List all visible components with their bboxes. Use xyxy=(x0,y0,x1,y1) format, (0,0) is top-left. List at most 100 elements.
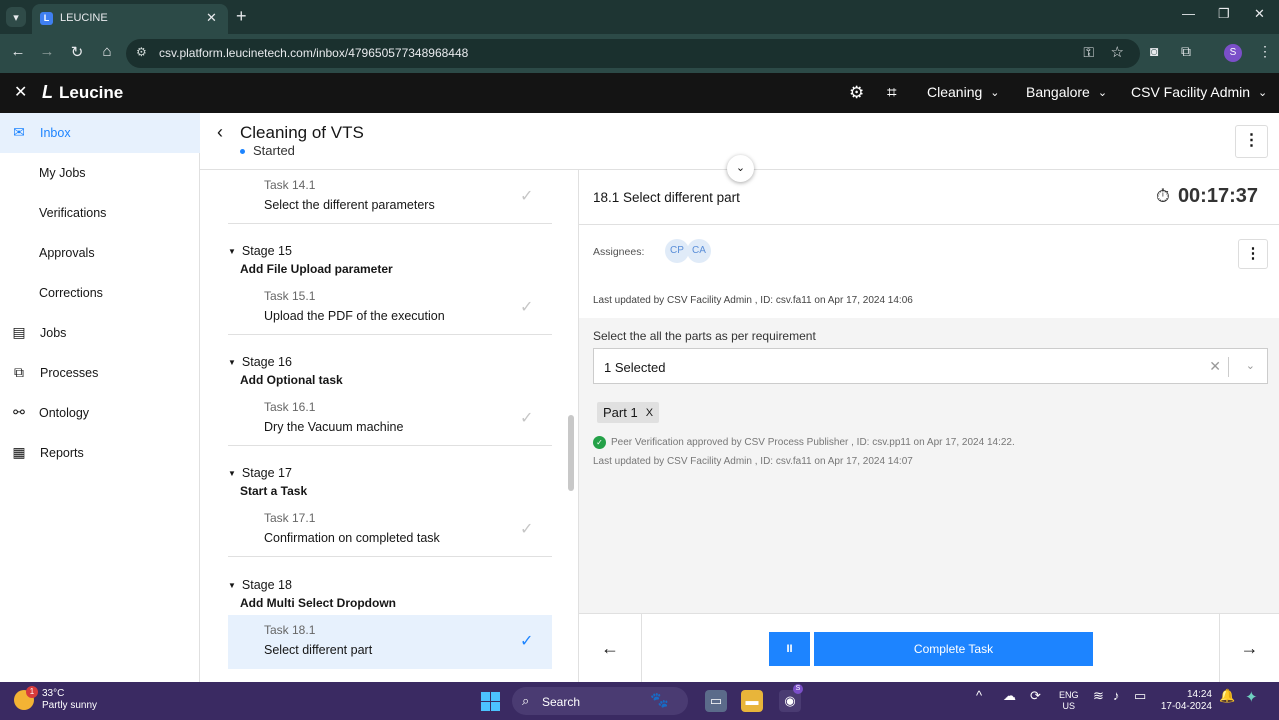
chrome-icon[interactable]: ◉ S xyxy=(779,684,803,712)
task-list-scrollbar[interactable] xyxy=(568,415,574,491)
sync-icon[interactable]: ⟳ xyxy=(1030,688,1041,704)
sidebar-item-label: Ontology xyxy=(39,406,90,420)
caret-down-icon: ▼ xyxy=(228,581,236,590)
job-more-menu-icon[interactable]: ⋮ xyxy=(1235,125,1268,158)
browser-menu-icon[interactable]: ⋮ xyxy=(1258,43,1272,60)
avatar[interactable]: CP xyxy=(665,239,689,263)
task-item-17-1[interactable]: Task 17.1 Confirmation on completed task… xyxy=(228,503,552,557)
app-header: ✕ L Leucine ⚙ ⌗ Cleaning ⌄ Bangalore ⌄ C… xyxy=(0,73,1279,113)
onedrive-cloud-icon[interactable]: ☁ xyxy=(1003,688,1016,704)
stage-name: Start a Task xyxy=(240,484,308,498)
task-item-18-1[interactable]: Task 18.1 Select different part ✓ xyxy=(228,615,552,669)
show-hidden-icons-icon[interactable]: ^ xyxy=(976,688,982,703)
wifi-icon[interactable]: ≋ xyxy=(1093,688,1104,704)
back-arrow-icon[interactable]: ← xyxy=(8,43,28,60)
use-case-dropdown[interactable]: Cleaning ⌄ xyxy=(927,84,999,100)
pause-button[interactable]: II xyxy=(769,632,810,666)
system-clock[interactable]: 14:24 17-04-2024 xyxy=(1160,689,1212,713)
new-tab-button[interactable]: + xyxy=(236,6,247,27)
task-view-icon[interactable]: ▭ xyxy=(705,690,727,712)
inbox-icon: ✉ xyxy=(13,124,25,140)
chevron-down-icon[interactable]: ⌄ xyxy=(1246,359,1255,372)
scan-icon[interactable]: ⌗ xyxy=(887,83,897,103)
check-circle-icon: ✓ xyxy=(593,436,606,449)
task-number: Task 14.1 xyxy=(264,178,316,192)
task-item-15-1[interactable]: Task 15.1 Upload the PDF of the executio… xyxy=(228,281,552,335)
tab-close-icon[interactable]: ✕ xyxy=(206,10,217,26)
complete-task-button[interactable]: Complete Task xyxy=(814,632,1093,666)
search-placeholder: Search xyxy=(542,695,581,709)
sidebar-item-reports[interactable]: ▦ Reports xyxy=(0,433,200,473)
task-title: 18.1 Select different part xyxy=(593,190,740,205)
maximize-button[interactable]: ❐ xyxy=(1218,6,1230,22)
sidebar-item-my-jobs[interactable]: My Jobs xyxy=(0,153,200,193)
address-bar[interactable]: ⚙ csv.platform.leucinetech.com/inbox/479… xyxy=(126,39,1140,68)
tab-favicon-icon: L xyxy=(40,12,53,25)
camera-extension-icon[interactable]: ◙ xyxy=(1150,43,1158,59)
stage-number: Stage 16 xyxy=(241,355,292,369)
task-more-menu-icon[interactable]: ⋮ xyxy=(1238,239,1268,269)
home-icon[interactable]: ⌂ xyxy=(97,43,117,60)
task-last-updated: Last updated by CSV Facility Admin , ID:… xyxy=(593,295,913,306)
sidebar-item-verifications[interactable]: Verifications xyxy=(0,193,200,233)
sidebar-item-label: Corrections xyxy=(39,286,103,300)
caret-down-icon: ▼ xyxy=(228,358,236,367)
sidebar-item-jobs[interactable]: ▤ Jobs xyxy=(0,313,200,353)
taskbar-search[interactable]: ⌕ Search 🐾 xyxy=(512,687,688,715)
stage-label: ▼ Stage 15 xyxy=(228,244,292,258)
sidebar-item-processes[interactable]: ⧉ Processes xyxy=(0,353,200,393)
tab-list-button[interactable]: ▾ xyxy=(6,7,26,27)
reload-icon[interactable]: ↻ xyxy=(67,43,87,61)
task-item-14-1[interactable]: Task 14.1 Select the different parameter… xyxy=(228,170,552,224)
facility-dropdown[interactable]: Bangalore ⌄ xyxy=(1026,84,1107,100)
notification-bell-icon[interactable]: 🔔 xyxy=(1219,688,1235,704)
clear-selection-icon[interactable]: ✕ xyxy=(1209,358,1221,375)
site-info-icon[interactable]: ⚙ xyxy=(136,45,147,59)
stage-name: Add Optional task xyxy=(240,373,343,387)
forward-arrow-icon[interactable]: → xyxy=(37,43,57,60)
clock-time: 14:24 xyxy=(1186,689,1212,700)
task-name: Select the different parameters xyxy=(264,198,435,212)
url-text[interactable]: csv.platform.leucinetech.com/inbox/47965… xyxy=(159,46,468,60)
weather-widget[interactable]: 1 33°C Partly sunny xyxy=(14,686,97,712)
battery-icon[interactable]: ▭ xyxy=(1134,688,1146,704)
settings-gear-icon[interactable]: ⚙ xyxy=(849,83,864,103)
password-key-icon[interactable]: ⚿ xyxy=(1083,44,1094,61)
windows-start-icon[interactable] xyxy=(481,692,500,711)
sidebar-item-ontology[interactable]: ⚯ Ontology xyxy=(0,393,200,433)
file-explorer-icon[interactable]: ▬ xyxy=(741,690,763,712)
next-task-arrow-icon[interactable]: → xyxy=(1219,614,1279,683)
sidebar-item-label: Inbox xyxy=(40,126,71,140)
sidebar-item-label: Jobs xyxy=(40,326,67,340)
profile-avatar[interactable]: S xyxy=(1224,44,1242,62)
previous-task-arrow-icon[interactable]: ← xyxy=(579,614,642,683)
job-title: Cleaning of VTS xyxy=(240,123,364,142)
back-chevron-icon[interactable]: ‹ xyxy=(217,122,223,143)
task-name: Confirmation on completed task xyxy=(264,531,440,545)
extensions-icon[interactable]: ⧉ xyxy=(1181,43,1191,60)
sidebar-item-corrections[interactable]: Corrections xyxy=(0,273,200,313)
tab-title: LEUCINE xyxy=(60,12,108,24)
bookmark-star-icon[interactable]: ☆ xyxy=(1111,43,1124,61)
selected-option-chip: Part 1 X xyxy=(597,402,660,423)
close-window-button[interactable]: ✕ xyxy=(1254,6,1265,22)
avatar[interactable]: CA xyxy=(687,239,711,263)
input-language[interactable]: ENG US xyxy=(1059,690,1079,712)
sidebar-item-approvals[interactable]: Approvals xyxy=(0,233,200,273)
remove-chip-icon[interactable]: X xyxy=(646,407,653,419)
sidebar-item-inbox[interactable]: ✉ Inbox xyxy=(0,113,200,153)
multi-select-dropdown[interactable]: 1 Selected ✕ ⌄ xyxy=(593,348,1268,384)
close-icon[interactable]: ✕ xyxy=(14,82,27,102)
os-taskbar: 1 33°C Partly sunny ⌕ Search 🐾 ▭ ▬ ◉ S ^ … xyxy=(0,682,1279,720)
task-item-16-1[interactable]: Task 16.1 Dry the Vacuum machine ✓ xyxy=(228,392,552,446)
region-code: US xyxy=(1062,701,1076,711)
task-number: Task 17.1 xyxy=(264,511,316,525)
report-icon: ▦ xyxy=(12,444,26,460)
browser-tab[interactable]: L LEUCINE ✕ xyxy=(32,4,228,34)
check-icon: ✓ xyxy=(520,633,534,650)
copilot-icon[interactable]: ✦ xyxy=(1245,688,1258,706)
minimize-button[interactable]: — xyxy=(1182,6,1195,21)
user-role-dropdown[interactable]: CSV Facility Admin ⌄ xyxy=(1131,84,1267,100)
volume-icon[interactable]: ♪ xyxy=(1113,688,1120,703)
collapse-header-button[interactable]: ⌄ xyxy=(727,155,754,182)
